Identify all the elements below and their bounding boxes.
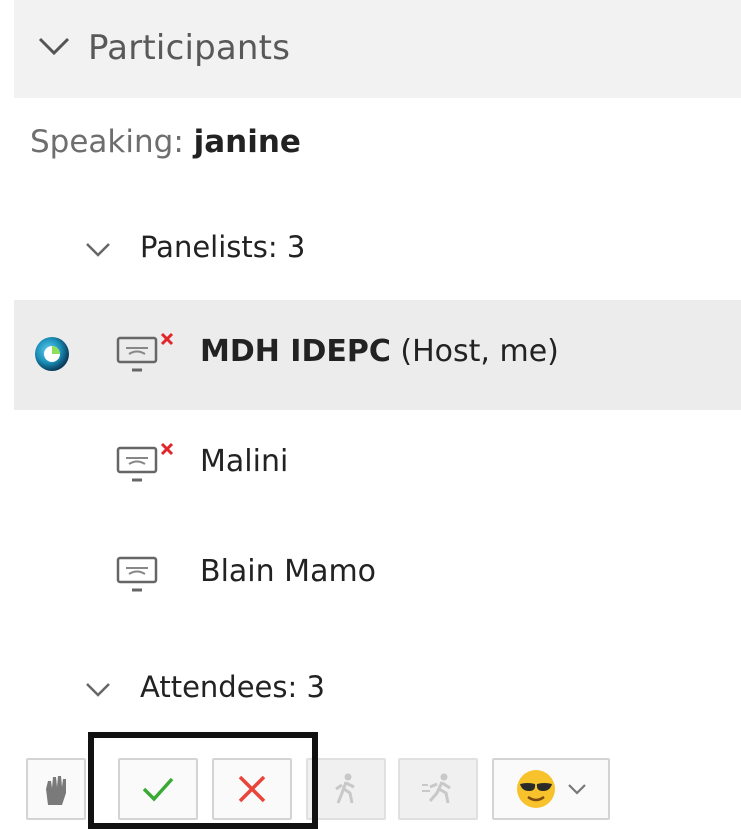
participant-row[interactable]: Malini [14,410,741,520]
participant-name: MDH IDEPC (Host, me) [200,334,559,369]
speaking-indicator: Speaking: janine [30,124,301,160]
sunglasses-emoji-icon [517,770,555,808]
go-faster-button[interactable] [398,758,478,820]
attendees-count-label: Attendees: 3 [140,670,325,704]
participants-header[interactable]: Participants [14,0,741,98]
webex-presence-icon [35,337,69,371]
speaking-name: janine [193,124,301,160]
screen-muted-icon [116,332,174,372]
panelists-group-header[interactable]: Panelists: 3 [0,222,741,282]
raise-hand-button[interactable] [26,758,86,820]
emoji-reactions-button[interactable] [492,758,610,820]
raise-hand-icon [46,776,66,805]
panel-title: Participants [88,28,291,68]
speaking-label: Speaking: [30,124,194,160]
participant-row-host[interactable]: MDH IDEPC (Host, me) [14,300,741,410]
panelists-count-label: Panelists: 3 [140,230,306,264]
participant-row[interactable]: Blain Mamo [14,520,741,630]
chevron-down-icon[interactable] [84,240,112,260]
chevron-down-icon[interactable] [84,680,112,700]
screen-icon [116,556,158,592]
chevron-down-icon [568,784,586,795]
chevron-down-icon[interactable] [36,33,72,59]
highlight-box [88,732,318,829]
fast-runner-icon [422,773,451,804]
attendees-group-header[interactable]: Attendees: 3 [0,662,741,722]
participant-name: Malini [200,444,289,479]
slow-walker-icon [335,773,355,804]
participant-name: Blain Mamo [200,554,377,589]
screen-muted-icon [116,442,174,482]
go-slower-button[interactable] [306,758,386,820]
